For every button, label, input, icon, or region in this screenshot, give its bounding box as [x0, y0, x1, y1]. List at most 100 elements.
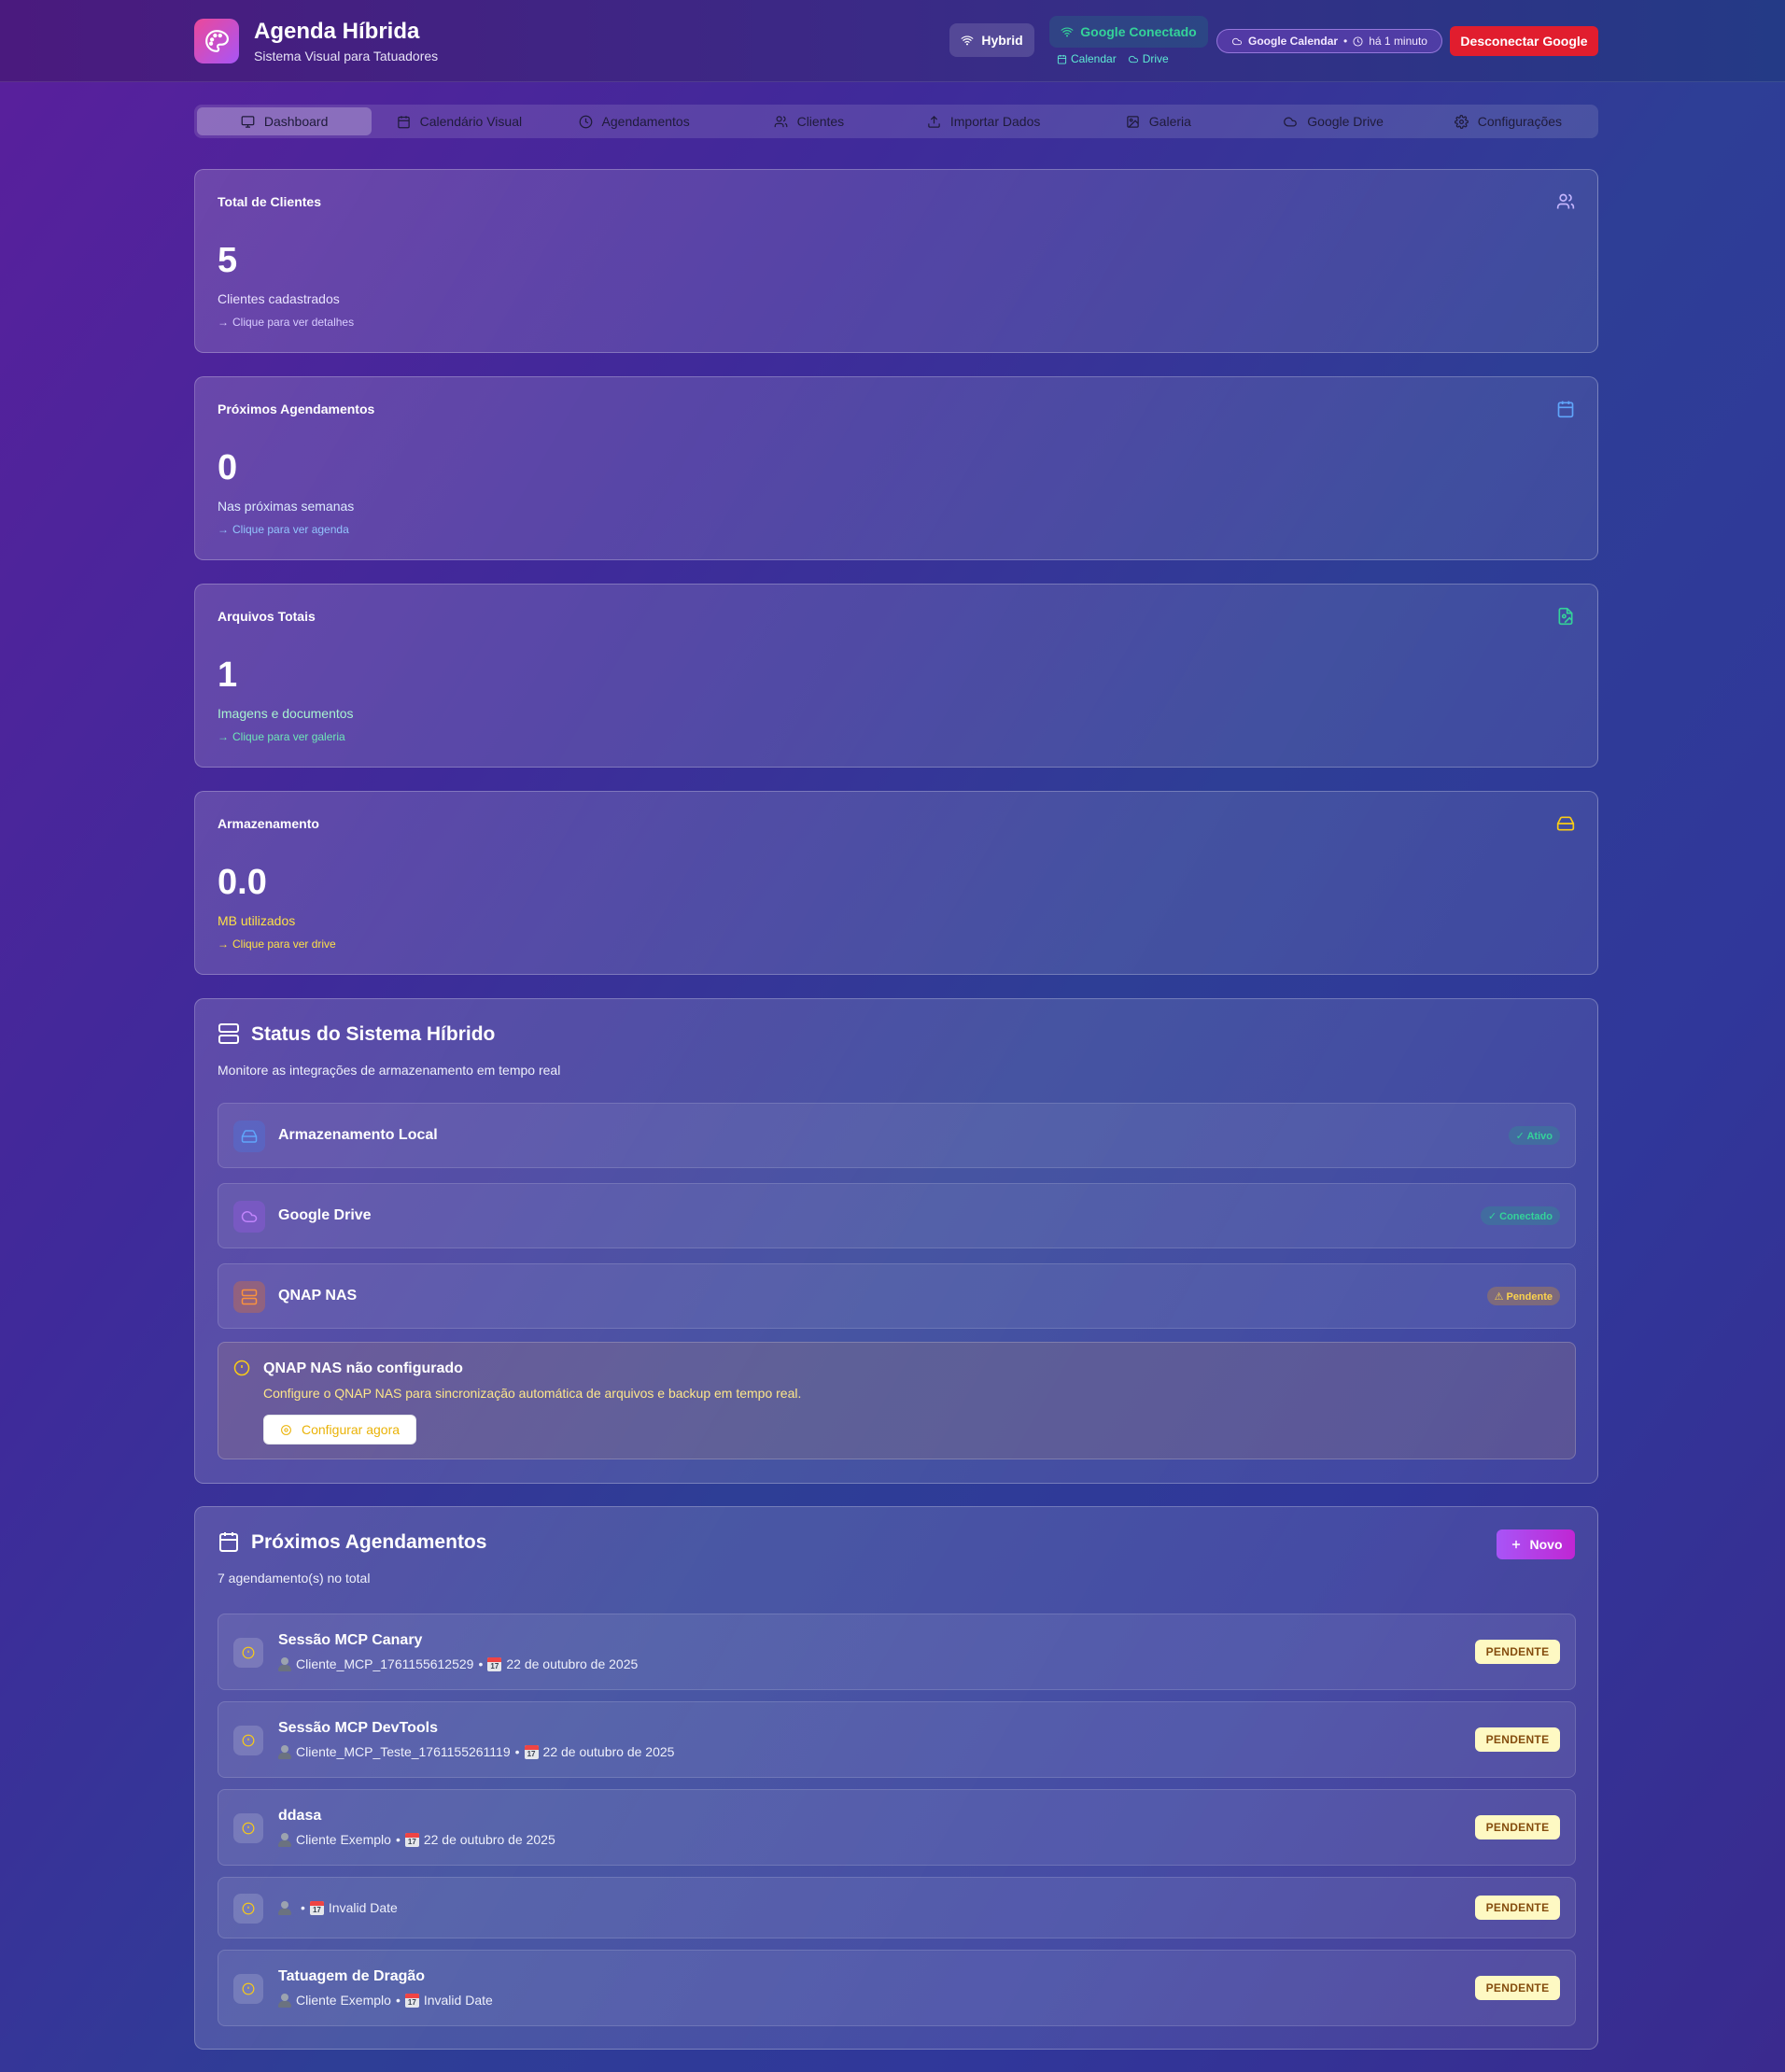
status-badge: ✓ Conectado: [1480, 1206, 1560, 1225]
calendar-emoji-icon: 17: [404, 1993, 419, 2008]
appointment-client: Cliente Exemplo: [296, 1993, 391, 2008]
integration-row-local: Armazenamento Local ✓ Ativo: [218, 1103, 1576, 1168]
appointment-title: Tatuagem de Dragão: [278, 1968, 426, 1984]
appointment-meta: Cliente Exemplo • 17 Invalid Date: [278, 1993, 493, 2008]
app-title: Agenda Híbrida: [254, 19, 420, 44]
appointment-meta: Cliente_MCP_1761155612529 • 17 22 de out…: [278, 1656, 638, 1671]
alert-circle-icon: [233, 1974, 263, 2004]
appointment-client: Cliente_MCP_Teste_1761155261119: [296, 1744, 511, 1759]
monitor-icon: [241, 115, 255, 129]
stat-link[interactable]: → Clique para ver detalhes: [218, 316, 354, 329]
stat-link[interactable]: → Clique para ver agenda: [218, 523, 349, 536]
stat-label: Armazenamento: [218, 816, 319, 831]
stat-label: Arquivos Totais: [218, 609, 316, 624]
stat-link[interactable]: → Clique para ver drive: [218, 937, 336, 951]
stat-card-arquivos[interactable]: Arquivos Totais 1 Imagens e documentos →…: [194, 584, 1598, 768]
status-badge: PENDENTE: [1475, 1727, 1560, 1752]
tab-galeria[interactable]: Galeria: [1071, 107, 1245, 135]
tab-configuracoes[interactable]: Configurações: [1421, 107, 1595, 135]
tab-importar[interactable]: Importar Dados: [896, 107, 1071, 135]
plus-icon: [1510, 1538, 1523, 1551]
stat-value: 5: [218, 241, 238, 280]
hard-drive-icon: [233, 1121, 265, 1152]
appointment-item[interactable]: ddasa Cliente Exemplo • 17 22 de outubro…: [218, 1789, 1576, 1866]
app-subtitle: Sistema Visual para Tatuadores: [254, 49, 439, 63]
main-tabs: Dashboard Calendário Visual Agendamentos…: [194, 105, 1598, 138]
appointment-title: ddasa: [278, 1808, 322, 1824]
alert-circle-icon: [233, 1360, 250, 1376]
calendar-emoji-icon: 17: [404, 1832, 419, 1847]
section-title: Próximos Agendamentos: [251, 1531, 487, 1553]
wifi-icon: [961, 34, 974, 47]
tab-clientes[interactable]: Clientes: [722, 107, 896, 135]
hard-drive-icon: [1556, 814, 1575, 833]
palette-logo-icon: [194, 19, 239, 63]
appointment-date: Invalid Date: [328, 1900, 398, 1915]
stat-card-clientes[interactable]: Total de Clientes 5 Clientes cadastrados…: [194, 169, 1598, 353]
stat-desc: Imagens e documentos: [218, 706, 354, 721]
integration-row-google-drive: Google Drive ✓ Conectado: [218, 1183, 1576, 1248]
appointments-panel: Próximos Agendamentos 7 agendamento(s) n…: [194, 1506, 1598, 2050]
appointment-item[interactable]: Sessão MCP Canary Cliente_MCP_1761155612…: [218, 1614, 1576, 1690]
calendar-icon: [397, 115, 411, 129]
section-subtitle: 7 agendamento(s) no total: [218, 1571, 371, 1586]
integration-row-qnap: QNAP NAS ⚠ Pendente: [218, 1263, 1576, 1329]
gear-icon: [1454, 114, 1469, 129]
tab-calendario[interactable]: Calendário Visual: [372, 107, 546, 135]
calendar-icon: [1556, 400, 1575, 418]
appointment-item[interactable]: Tatuagem de Dragão Cliente Exemplo • 17 …: [218, 1950, 1576, 2026]
gear-icon: [280, 1424, 292, 1436]
configure-qnap-button[interactable]: Configurar agora: [263, 1415, 416, 1445]
clock-icon: [1353, 35, 1363, 47]
status-badge: ⚠ Pendente: [1486, 1287, 1560, 1305]
alert-circle-icon: [233, 1726, 263, 1755]
hybrid-status-panel: Status do Sistema Híbrido Monitore as in…: [194, 998, 1598, 1484]
sync-status-badge: Google Calendar • há 1 minuto: [1216, 29, 1442, 53]
arrow-right-icon: →: [218, 523, 229, 536]
alert-circle-icon: [233, 1813, 263, 1843]
disconnect-google-button[interactable]: Desconectar Google: [1450, 26, 1598, 56]
tab-google-drive[interactable]: Google Drive: [1246, 107, 1421, 135]
clock-icon: [579, 115, 593, 129]
stat-link[interactable]: → Clique para ver galeria: [218, 730, 345, 743]
section-subtitle: Monitore as integrações de armazenamento…: [218, 1063, 561, 1078]
stat-desc: Nas próximas semanas: [218, 499, 355, 514]
appointment-item[interactable]: • 17 Invalid Date PENDENTE: [218, 1877, 1576, 1938]
mode-label: Hybrid: [981, 33, 1023, 48]
stat-label: Próximos Agendamentos: [218, 402, 375, 416]
stat-card-agendamentos[interactable]: Próximos Agendamentos 0 Nas próximas sem…: [194, 376, 1598, 560]
appointment-item[interactable]: Sessão MCP DevTools Cliente_MCP_Teste_17…: [218, 1701, 1576, 1778]
upload-icon: [927, 115, 941, 129]
calendar-icon: [218, 1530, 240, 1553]
status-badge: ✓ Ativo: [1508, 1126, 1560, 1145]
integration-name: Google Drive: [278, 1207, 372, 1223]
stat-value: 0.0: [218, 863, 267, 902]
status-badge: PENDENTE: [1475, 1640, 1560, 1664]
arrow-right-icon: →: [218, 937, 229, 951]
wifi-icon: [1061, 25, 1074, 38]
mode-badge[interactable]: Hybrid: [949, 23, 1034, 57]
appointment-title: Sessão MCP DevTools: [278, 1720, 439, 1736]
user-icon: [278, 1744, 291, 1759]
image-icon: [1126, 115, 1140, 129]
sync-label: Google Calendar: [1248, 35, 1339, 48]
stat-value: 1: [218, 655, 238, 695]
user-icon: [278, 1656, 291, 1671]
google-service-drive: Drive: [1128, 52, 1169, 65]
new-appointment-button[interactable]: Novo: [1497, 1529, 1575, 1559]
qnap-warning: QNAP NAS não configurado Configure o QNA…: [218, 1342, 1576, 1459]
appointment-date: 22 de outubro de 2025: [506, 1656, 639, 1671]
google-status-badge: Google Conectado: [1049, 16, 1208, 48]
tab-dashboard[interactable]: Dashboard: [197, 107, 372, 135]
stat-card-armazenamento[interactable]: Armazenamento 0.0 MB utilizados → Clique …: [194, 791, 1598, 975]
appointment-meta: • 17 Invalid Date: [278, 1900, 398, 1915]
appointment-date: 22 de outubro de 2025: [423, 1832, 555, 1847]
appointment-date: 22 de outubro de 2025: [542, 1744, 675, 1759]
cloud-icon: [1231, 36, 1243, 47]
users-icon: [774, 115, 788, 129]
appointment-client: Cliente_MCP_1761155612529: [296, 1656, 474, 1671]
tab-agendamentos[interactable]: Agendamentos: [547, 107, 722, 135]
cloud-icon: [1128, 54, 1139, 64]
appointment-title: Sessão MCP Canary: [278, 1632, 423, 1648]
google-status-label: Google Conectado: [1080, 24, 1197, 39]
